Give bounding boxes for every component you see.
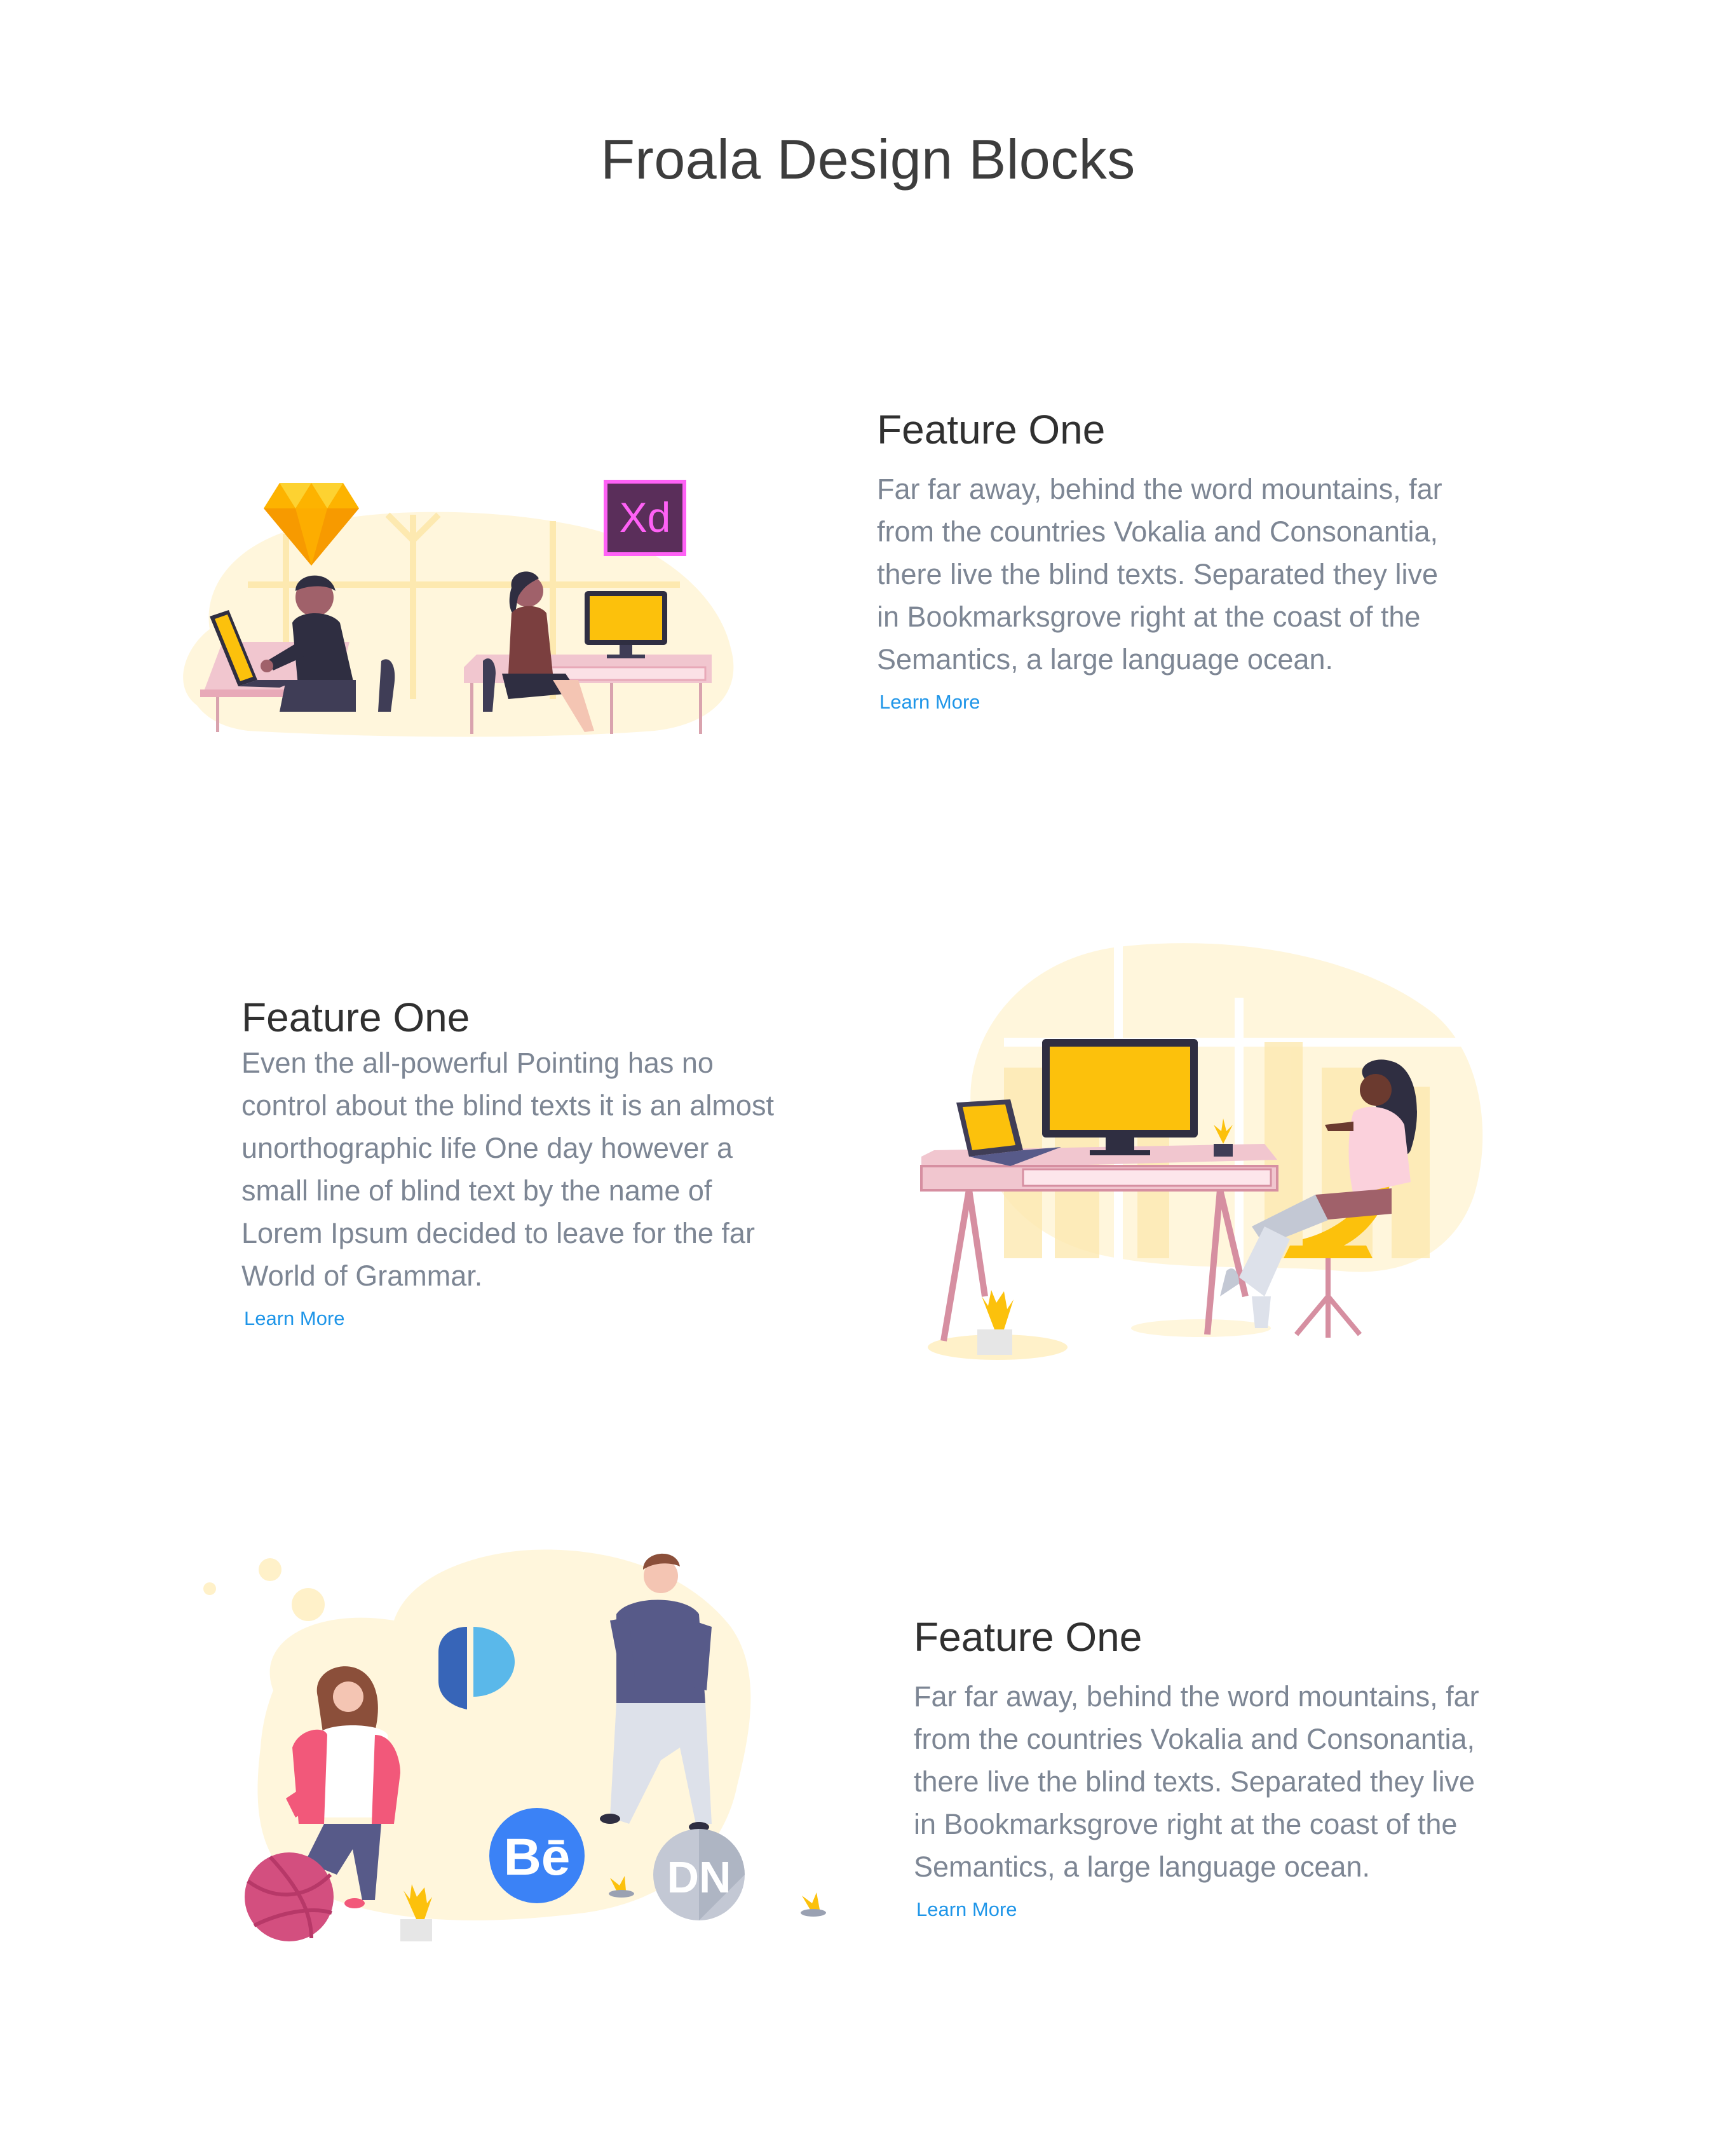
feature-2-illustration bbox=[909, 941, 1493, 1398]
feature-1-body: Far far away, behind the word mountains,… bbox=[877, 472, 1442, 676]
feature-1-illustration: Xd bbox=[172, 470, 743, 737]
dribbble-ball-icon bbox=[245, 1852, 334, 1941]
feature-1-heading: Feature One bbox=[877, 407, 1106, 452]
feature-2-heading: Feature One bbox=[241, 995, 470, 1040]
feature-2-body: Even the all-powerful Pointing has no co… bbox=[241, 1046, 774, 1292]
behance-icon: Bē bbox=[489, 1808, 585, 1903]
adobe-xd-icon: Xd bbox=[604, 480, 686, 556]
page-title: Froala Design Blocks bbox=[600, 128, 1136, 191]
feature-2-learn-more-link[interactable]: Learn More bbox=[244, 1307, 345, 1330]
decor-dot bbox=[292, 1588, 325, 1621]
feature-3-heading: Feature One bbox=[914, 1614, 1143, 1660]
feature-1-learn-more-link[interactable]: Learn More bbox=[879, 691, 980, 714]
feature-3: Feature One Far far away, behind the wor… bbox=[914, 1614, 1486, 1921]
feature-3-body: Far far away, behind the word mountains,… bbox=[914, 1680, 1479, 1883]
ground-shadow bbox=[1131, 1319, 1271, 1337]
svg-text:Bē: Bē bbox=[504, 1828, 571, 1886]
svg-text:DN: DN bbox=[667, 1852, 731, 1902]
decor-dot bbox=[259, 1558, 281, 1581]
floor-cactus bbox=[977, 1290, 1014, 1355]
feature-1: Feature One Far far away, behind the wor… bbox=[877, 407, 1449, 714]
decor-dot bbox=[203, 1582, 216, 1595]
svg-text:Xd: Xd bbox=[620, 494, 671, 541]
feature-3-learn-more-link[interactable]: Learn More bbox=[916, 1898, 1017, 1921]
designer-news-icon: DN bbox=[653, 1829, 745, 1920]
decor-sprout bbox=[801, 1892, 826, 1917]
feature-2: Feature One Even the all-powerful Pointi… bbox=[241, 995, 801, 1330]
feature-3-illustration: Bē DN bbox=[191, 1544, 839, 1976]
